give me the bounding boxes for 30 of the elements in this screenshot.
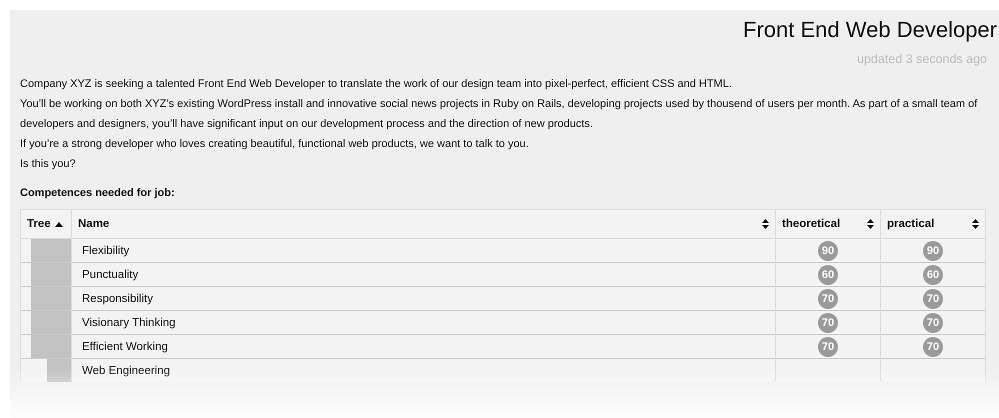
sort-icon[interactable] [972, 219, 979, 229]
table-cell: Visionary Thinking [72, 310, 776, 334]
sort-ascending-icon[interactable] [54, 221, 63, 227]
description-paragraph: If you’re a strong developer who loves creating beautiful, functional web products, we want to talk to you. [20, 137, 530, 152]
score-badge: 70 [818, 336, 838, 356]
column-header[interactable]: theoretical [776, 210, 880, 238]
score-badge: 90 [818, 240, 838, 260]
sort-icon[interactable] [867, 219, 874, 229]
table-cell: Flexibility [72, 238, 776, 262]
column-header[interactable]: Name [72, 210, 776, 238]
table-cell: Punctuality [72, 262, 776, 286]
description-paragraph: Is this you? [20, 157, 77, 172]
score-badge: 60 [818, 264, 838, 284]
score-badge: 70 [923, 312, 943, 332]
table-cell: Efficient Working [72, 334, 776, 358]
table-cell: Responsibility [72, 286, 776, 310]
description-paragraph: Company XYZ is seeking a talented Front End Web Developer to translate the work of our design team into pixel-perfect, efficient CSS and HTML. [20, 77, 733, 92]
column-header[interactable]: Tree [20, 210, 72, 238]
score-badge: 70 [923, 288, 943, 308]
sort-icon[interactable] [762, 219, 769, 229]
score-badge: 60 [923, 264, 943, 284]
table-cell: Web Engineering [72, 358, 776, 382]
column-header[interactable]: practical [880, 210, 986, 238]
score-badge: 70 [818, 312, 838, 332]
job-title: Front End Web Developer [743, 16, 998, 44]
section-heading: Competences needed for job: [20, 186, 176, 201]
score-badge: 90 [923, 240, 943, 260]
score-badge: 70 [818, 288, 838, 308]
description-paragraph: You’ll be working on both XYZ’s existing WordPress install and innovative social news projects in Ruby on Rails, developing projects used by thousend of users per month. As part of a small team of developers and designers, you’ll have significant input on our development process and the direction of new products. [20, 97, 978, 132]
score-badge: 70 [923, 336, 943, 356]
